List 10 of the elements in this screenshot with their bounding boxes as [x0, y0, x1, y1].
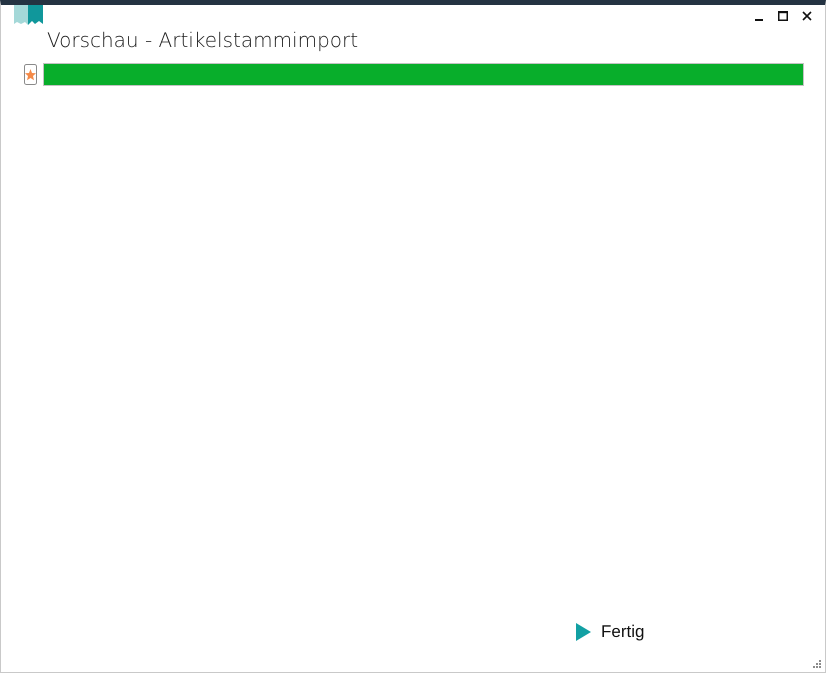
- play-icon: [576, 623, 591, 641]
- finish-button[interactable]: Fertig: [576, 622, 644, 642]
- minimize-icon: [754, 19, 762, 21]
- resize-grip-icon[interactable]: [813, 660, 822, 669]
- window-title: Vorschau - Artikelstammimport: [47, 27, 358, 53]
- bookmark-icon: [14, 5, 43, 25]
- close-icon: [802, 11, 812, 21]
- close-button[interactable]: [800, 10, 813, 22]
- maximize-icon: [778, 11, 788, 21]
- maximize-button[interactable]: [776, 10, 789, 22]
